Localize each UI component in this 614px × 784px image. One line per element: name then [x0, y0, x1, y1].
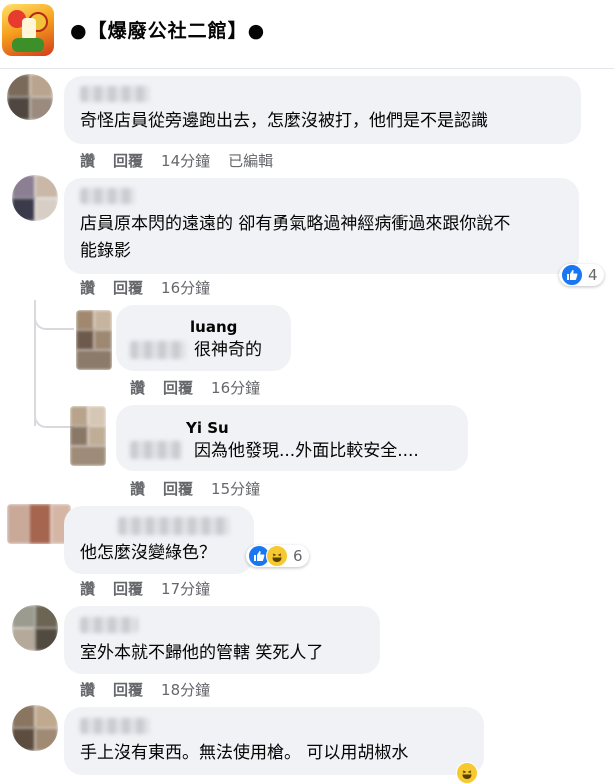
- thread-connector: [34, 398, 74, 428]
- reply-button[interactable]: 回覆: [113, 152, 143, 170]
- comment-text: 店員原本閃的遠遠的 卻有勇氣略過神經病衝過來跟你說不 能錄影: [80, 211, 510, 265]
- haha-reaction-icon[interactable]: [456, 762, 478, 784]
- reply-author-name[interactable]: luang: [190, 318, 237, 336]
- comment-text: 奇怪店員從旁邊跑出去，怎麼沒被打，他們是不是認識: [80, 111, 488, 131]
- avatar[interactable]: [7, 504, 71, 544]
- comment-actions: 讚回覆 18分鐘: [80, 679, 228, 700]
- reply-text: 因為他發現...外面比較安全....: [194, 441, 419, 461]
- reply-time[interactable]: 16分鐘: [211, 379, 260, 397]
- avatar[interactable]: [76, 310, 112, 370]
- reply-author-name[interactable]: Yi Su: [186, 419, 229, 437]
- reaction-count: 4: [588, 266, 598, 284]
- blurred-author-name[interactable]: [80, 617, 138, 633]
- avatar[interactable]: [70, 406, 106, 466]
- comment-text-line: 店員原本閃的遠遠的 卻有勇氣略過神經病衝過來跟你說不: [80, 214, 511, 234]
- avatar[interactable]: [12, 175, 58, 221]
- like-button[interactable]: 讚: [130, 480, 145, 498]
- reply-button[interactable]: 回覆: [113, 580, 143, 598]
- avatar[interactable]: [7, 74, 53, 120]
- comment-actions: 讚回覆 16分鐘: [80, 277, 228, 298]
- blurred-author-name[interactable]: [80, 718, 150, 734]
- comment-time[interactable]: 14分鐘: [161, 152, 210, 170]
- reaction-summary[interactable]: 6: [246, 545, 309, 567]
- reply-button[interactable]: 回覆: [163, 480, 193, 498]
- edited-label: 已編輯: [228, 152, 274, 170]
- group-header: ●【爆廢公社二館】●: [0, 0, 614, 69]
- like-button[interactable]: 讚: [130, 379, 145, 397]
- reply-actions: 讚回覆 15分鐘: [130, 478, 278, 499]
- thread-connector: [34, 300, 74, 330]
- comment-time[interactable]: 18分鐘: [161, 681, 210, 699]
- like-button[interactable]: 讚: [80, 152, 95, 170]
- reaction-count: 6: [293, 547, 303, 565]
- comment-actions: 讚回覆 17分鐘: [80, 578, 228, 599]
- comment-actions: 讚回覆 14分鐘 已編輯: [80, 150, 291, 171]
- blurred-author-name[interactable]: [118, 517, 230, 535]
- reply-text: 很神奇的: [194, 340, 262, 360]
- comment-text: 他怎麼沒變綠色？: [80, 543, 216, 563]
- reply-actions: 讚回覆 16分鐘: [130, 377, 278, 398]
- reply-button[interactable]: 回覆: [113, 279, 143, 297]
- comment-time[interactable]: 17分鐘: [161, 580, 210, 598]
- like-button[interactable]: 讚: [80, 580, 95, 598]
- haha-reaction-icon: [266, 545, 288, 567]
- reply-time[interactable]: 15分鐘: [211, 480, 260, 498]
- blurred-tag[interactable]: [130, 441, 182, 459]
- like-button[interactable]: 讚: [80, 681, 95, 699]
- group-title[interactable]: ●【爆廢公社二館】●: [70, 16, 265, 43]
- blurred-tag[interactable]: [130, 341, 186, 359]
- comment-time[interactable]: 16分鐘: [161, 279, 210, 297]
- blurred-author-name[interactable]: [80, 86, 150, 102]
- blurred-author-name[interactable]: [80, 188, 135, 204]
- like-reaction-icon: [561, 264, 583, 286]
- like-button[interactable]: 讚: [80, 279, 95, 297]
- group-logo[interactable]: [2, 4, 54, 56]
- avatar[interactable]: [12, 605, 58, 651]
- avatar[interactable]: [12, 705, 58, 751]
- comment-text: 室外本就不歸他的管轄 笑死人了: [80, 643, 324, 663]
- reply-button[interactable]: 回覆: [113, 681, 143, 699]
- reply-button[interactable]: 回覆: [163, 379, 193, 397]
- reaction-summary[interactable]: 4: [559, 264, 604, 286]
- comment-text-line: 能錄影: [80, 241, 131, 261]
- comment-text: 手上沒有東西。無法使用槍。 可以用胡椒水: [80, 743, 409, 763]
